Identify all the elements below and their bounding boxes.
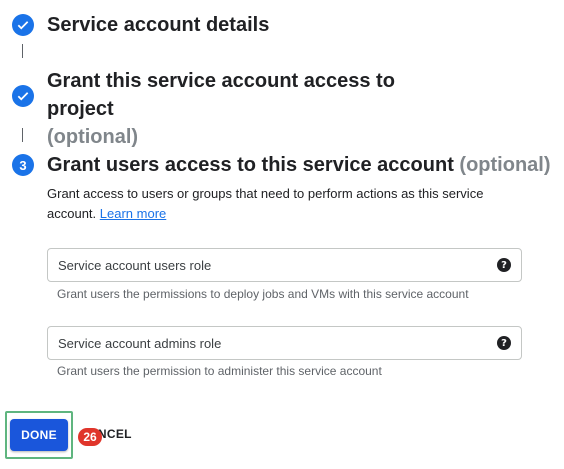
help-icon[interactable]: ?: [497, 336, 511, 350]
step-3-description: Grant access to users or groups that nee…: [47, 184, 517, 224]
field-hint: Grant users the permissions to deploy jo…: [57, 287, 469, 301]
field-hint: Grant users the permission to administer…: [57, 364, 382, 378]
step-2-title: Grant this service account access to pro…: [47, 67, 467, 151]
step-2-check-icon: [12, 85, 34, 107]
step-3-title: Grant users access to this service accou…: [47, 151, 551, 179]
service-account-admins-role-field[interactable]: Service account admins role ?: [47, 326, 522, 360]
done-button[interactable]: DONE: [10, 419, 68, 451]
step-2-title-text: Grant this service account access to pro…: [47, 70, 395, 120]
step-2-optional: (optional): [47, 126, 139, 148]
step-1-title: Service account details: [47, 14, 270, 36]
help-icon[interactable]: ?: [497, 258, 511, 272]
done-button-highlight: DONE: [5, 411, 73, 459]
learn-more-link[interactable]: Learn more: [100, 206, 166, 221]
badge: 26: [78, 428, 102, 446]
field-label: Service account admins role: [58, 335, 222, 351]
service-account-users-role-field[interactable]: Service account users role ?: [47, 248, 522, 282]
step-1-check-icon: [12, 14, 34, 36]
field-label: Service account users role: [58, 257, 212, 273]
step-connector: [22, 44, 23, 58]
step-connector: [22, 128, 23, 142]
step-3-title-text: Grant users access to this service accou…: [47, 154, 454, 176]
step-3-optional: (optional): [459, 154, 551, 176]
step-3-number: 3: [12, 154, 34, 176]
